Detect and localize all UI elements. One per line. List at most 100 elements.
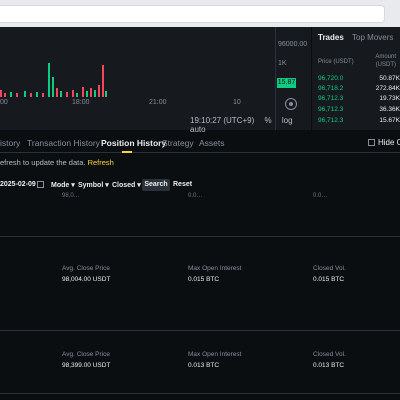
chart-settings-icon[interactable]: [285, 98, 297, 110]
tab-transaction-history[interactable]: Transaction History: [27, 138, 100, 148]
volume-bar: [56, 88, 58, 97]
volume-bar: [0, 90, 2, 97]
volume-axis-label: 1K: [278, 60, 287, 67]
tab-order-history[interactable]: istory: [0, 138, 20, 148]
closed-vol-value: 0.015 BTC: [313, 276, 345, 283]
refresh-link[interactable]: Refresh: [88, 158, 114, 167]
volume-bar: [30, 93, 32, 97]
tab-top-movers[interactable]: Top Movers: [352, 33, 393, 46]
max-oi-value: 0.015 BTC: [188, 276, 220, 283]
volume-bar: [76, 93, 78, 97]
price-axis-divider: [275, 27, 276, 130]
checkbox-icon[interactable]: [368, 139, 375, 147]
trade-amount: 19.73K: [379, 95, 400, 102]
avg-close-value: 98,399.00 USDT: [62, 362, 111, 369]
trade-row: 96,712.3 15.67K: [318, 117, 400, 124]
trade-amount: 15.67K: [379, 117, 400, 124]
browser-top-strip: [0, 0, 400, 27]
trade-row: 96,712.3 36.36K: [318, 106, 400, 113]
time-label: 21:00: [149, 99, 167, 106]
volume-bar: [105, 91, 107, 97]
status-filter-label: Closed: [112, 182, 136, 189]
time-label: 18:00: [72, 99, 90, 106]
volume-bar: [102, 65, 104, 97]
cut-value: 98,0…: [62, 193, 80, 199]
trade-price: 96,712.3: [318, 117, 344, 124]
address-bar[interactable]: [0, 5, 385, 23]
search-button[interactable]: Search: [142, 179, 170, 191]
cut-value: 0.0…: [313, 193, 328, 199]
date-filter[interactable]: 2025-02-09: [0, 181, 36, 188]
row-divider: [0, 330, 400, 331]
tab-trades[interactable]: Trades: [318, 33, 344, 46]
account-tabs: istory Transaction History Position Hist…: [0, 133, 400, 153]
volume-bar: [10, 92, 12, 97]
amount-column-header: Amount (USDT): [373, 53, 396, 69]
trades-panel: Trades Top Movers Price (USDT) Amount (U…: [312, 27, 400, 130]
avg-close-value: 98,004.00 USDT: [62, 276, 111, 283]
price-column-header: Price (USDT): [318, 59, 354, 65]
trade-price: 96,712.3: [318, 106, 344, 113]
closed-vol-value: 0.013 BTC: [313, 362, 345, 369]
hide-other-toggle[interactable]: Hide Ot: [368, 138, 400, 147]
trade-row: 96,718.2 272.84K: [318, 85, 400, 92]
volume-bar: [94, 90, 96, 97]
price-axis-label: 96000.00: [278, 41, 308, 48]
volume-badge: 15.87: [277, 78, 296, 88]
trade-price: 96,712.3: [318, 95, 344, 102]
trade-row: 96,720.0 50.87K: [318, 75, 400, 82]
tab-strategy[interactable]: Strategy: [162, 138, 194, 148]
time-label: 10: [233, 99, 241, 106]
time-label: 00: [0, 99, 8, 106]
row-divider: [0, 393, 400, 394]
volume-bar: [66, 92, 68, 97]
volume-bar: [52, 77, 54, 97]
volume-bar: [16, 93, 18, 97]
volume-bar: [36, 92, 38, 97]
refresh-notice: efresh to update the data. Refresh: [0, 158, 114, 167]
row-divider: [0, 236, 400, 237]
mode-filter-label: Mode: [51, 182, 70, 189]
max-oi-label: Max Open Interest: [188, 351, 242, 358]
volume-bar: [86, 91, 88, 97]
reset-button[interactable]: Reset: [173, 181, 192, 188]
closed-vol-label: Closed Vol.: [313, 351, 346, 358]
trade-row: 96,712.3 19.73K: [318, 95, 400, 102]
trading-app: 96000.00 1K 15.87 00 18:00 21:00 10 19:1…: [0, 27, 400, 400]
trade-amount: 272.84K: [375, 85, 400, 92]
percent-toggle[interactable]: %: [265, 116, 272, 125]
volume-bar: [4, 93, 6, 97]
calendar-icon[interactable]: [37, 181, 44, 188]
trade-price: 96,718.2: [318, 85, 344, 92]
amount-header-line: Amount: [375, 54, 396, 60]
tab-assets[interactable]: Assets: [199, 138, 225, 148]
price-chart[interactable]: 96000.00 1K 15.87 00 18:00 21:00 10 19:1…: [0, 27, 311, 134]
cut-value: 0.0…: [188, 193, 203, 199]
symbol-filter-label: Symbol: [78, 182, 104, 189]
chart-footer: 19:10:27 (UTC+9) % log auto: [190, 116, 311, 134]
volume-bar: [72, 90, 74, 97]
amount-header-unit: (USDT): [375, 62, 396, 68]
max-oi-label: Max Open Interest: [188, 265, 242, 272]
volume-bar: [98, 85, 100, 97]
volume-bar: [60, 91, 62, 97]
trade-amount: 50.87K: [379, 75, 400, 82]
volume-bar: [90, 88, 92, 97]
hide-other-label: Hide Ot: [378, 138, 400, 147]
volume-bar: [42, 93, 44, 97]
avg-close-label: Avg. Close Price: [62, 265, 110, 272]
trades-tabs: Trades Top Movers: [318, 33, 399, 46]
tab-position-history[interactable]: Position History: [101, 138, 166, 148]
trade-amount: 36.36K: [379, 106, 400, 113]
symbol-filter[interactable]: Symbol ▾: [78, 181, 109, 189]
mode-filter[interactable]: Mode ▾: [51, 181, 75, 189]
log-toggle[interactable]: log: [282, 116, 293, 125]
clock: 19:10:27 (UTC+9): [190, 116, 255, 125]
trade-price: 96,720.0: [318, 75, 344, 82]
volume-bar: [82, 87, 84, 97]
status-filter[interactable]: Closed ▾: [112, 181, 141, 189]
volume-bar: [24, 91, 26, 97]
max-oi-value: 0.013 BTC: [188, 362, 220, 369]
closed-vol-label: Closed Vol.: [313, 265, 346, 272]
active-tab-indicator: [122, 151, 132, 153]
